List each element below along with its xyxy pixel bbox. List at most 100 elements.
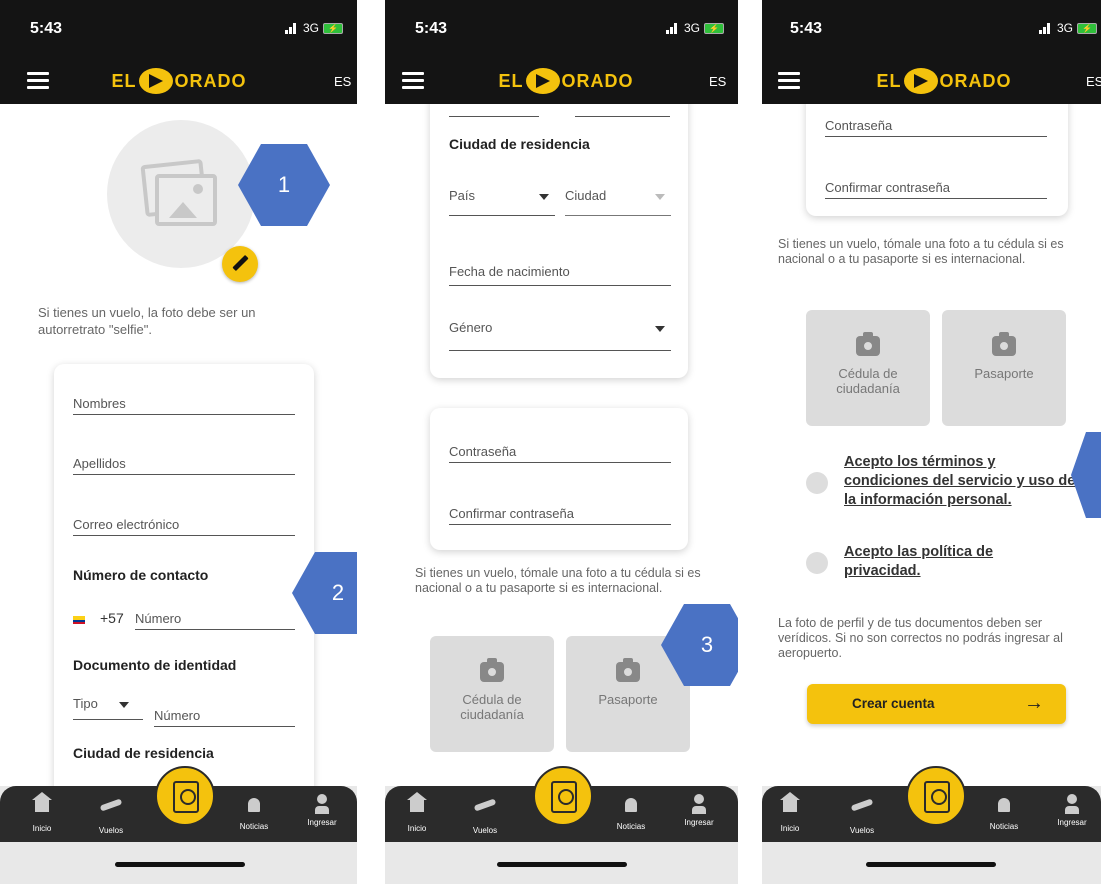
- user-icon: [317, 794, 327, 804]
- chevron-down-icon: [119, 701, 130, 708]
- tab-inicio[interactable]: Inicio: [389, 792, 445, 833]
- boarding-pass-button[interactable]: [906, 766, 966, 826]
- home-icon: [407, 792, 427, 812]
- home-indicator[interactable]: [497, 862, 627, 867]
- app-bar: EL ORADO ES: [0, 58, 357, 104]
- home-indicator[interactable]: [866, 862, 996, 867]
- colombia-flag-icon[interactable]: [73, 616, 85, 624]
- bottom-area: Inicio Vuelos Noticias Ingresar: [0, 766, 357, 884]
- tab-vuelos[interactable]: Vuelos: [834, 794, 890, 835]
- camera-icon: [992, 332, 1016, 356]
- language-selector[interactable]: ES: [709, 74, 726, 89]
- bell-icon: [998, 798, 1010, 812]
- scroll-content: Contraseña Confirmar contraseña Si tiene…: [762, 104, 1101, 786]
- personal-data-card: Nombres Apellidos Correo electrónico Núm…: [54, 364, 314, 786]
- language-selector[interactable]: ES: [334, 74, 351, 89]
- signal-icon: [665, 22, 680, 34]
- home-icon: [780, 792, 800, 812]
- profile-photo-placeholder[interactable]: [107, 120, 255, 268]
- language-selector[interactable]: ES: [1086, 74, 1101, 89]
- eldorado-logo: EL ORADO: [490, 67, 642, 95]
- battery-icon: ⚡: [704, 22, 724, 34]
- bell-icon: [248, 798, 260, 812]
- chevron-down-icon: [655, 326, 665, 332]
- battery-icon: ⚡: [1077, 22, 1097, 34]
- camera-icon: [480, 658, 504, 682]
- tab-ingresar[interactable]: Ingresar: [1044, 794, 1100, 827]
- menu-icon[interactable]: [27, 72, 49, 90]
- status-bar: 5:43 3G ⚡: [0, 0, 357, 58]
- verification-warning: La foto de perfil y de tus documentos de…: [778, 616, 1063, 660]
- residence-card: Ciudad de residencia País Ciudad Fecha d…: [430, 104, 688, 378]
- signal-indicator: 3G ⚡: [284, 21, 343, 35]
- screen-terms-submit: 5:43 3G ⚡ EL ORADO ES Contraseña Confirma…: [762, 0, 1101, 884]
- country-select[interactable]: País: [449, 188, 555, 216]
- tab-noticias[interactable]: Noticias: [603, 794, 659, 831]
- tab-vuelos[interactable]: Vuelos: [457, 794, 513, 835]
- passport-button[interactable]: Pasaporte: [942, 310, 1066, 426]
- arrow-right-icon: →: [1024, 692, 1044, 714]
- signal-indicator: 3G ⚡: [665, 21, 724, 35]
- password-card: Contraseña Confirmar contraseña: [430, 408, 688, 550]
- id-type-select[interactable]: Tipo: [73, 696, 143, 720]
- residence-title: Ciudad de residencia: [73, 745, 214, 761]
- bell-icon: [625, 798, 637, 812]
- logo-plane-icon: [903, 68, 938, 94]
- network-type: 3G: [1056, 21, 1073, 35]
- tab-noticias[interactable]: Noticias: [976, 794, 1032, 831]
- boarding-pass-button[interactable]: [533, 766, 593, 826]
- cedula-button[interactable]: Cédula de ciudadanía: [430, 636, 554, 752]
- battery-icon: ⚡: [323, 22, 343, 34]
- id-number-input[interactable]: Número: [154, 708, 295, 727]
- phone-prefix[interactable]: +57: [100, 610, 124, 626]
- confirm-password-field[interactable]: Confirmar contraseña: [825, 180, 1047, 199]
- city-select[interactable]: Ciudad: [565, 188, 671, 216]
- screen-profile-form: 5:43 3G ⚡ EL ORADO ES Si tienes un vuelo,…: [0, 0, 357, 884]
- signal-icon: [1038, 22, 1053, 34]
- surnames-field[interactable]: Apellidos: [73, 456, 295, 475]
- home-indicator[interactable]: [115, 862, 245, 867]
- selfie-note: Si tienes un vuelo, la foto debe ser un …: [38, 305, 256, 337]
- terms-link[interactable]: Acepto los términos y condiciones del se…: [844, 453, 1076, 510]
- chevron-down-icon: [539, 194, 549, 200]
- terms-radio[interactable]: [806, 472, 828, 494]
- status-bar: 5:43 3G ⚡: [385, 0, 738, 58]
- tab-bar: Inicio Vuelos Noticias Ingresar: [385, 766, 738, 842]
- pencil-icon: [232, 254, 249, 272]
- gender-select[interactable]: Género: [449, 320, 671, 351]
- tab-inicio[interactable]: Inicio: [14, 792, 70, 833]
- tab-inicio[interactable]: Inicio: [762, 792, 818, 833]
- create-account-button[interactable]: Crear cuenta →: [807, 684, 1066, 724]
- names-field[interactable]: Nombres: [73, 396, 295, 415]
- tab-ingresar[interactable]: Ingresar: [294, 794, 350, 827]
- screen-residence-form: 5:43 3G ⚡ EL ORADO ES Ciudad de residenci…: [385, 0, 738, 884]
- tab-ingresar[interactable]: Ingresar: [671, 794, 727, 827]
- birthdate-field[interactable]: Fecha de nacimiento: [449, 264, 671, 286]
- plane-icon: [473, 798, 497, 812]
- home-icon: [32, 792, 52, 812]
- tab-noticias[interactable]: Noticias: [226, 794, 282, 831]
- logo-plane-icon: [138, 68, 173, 94]
- password-card: Contraseña Confirmar contraseña: [806, 104, 1068, 216]
- boarding-pass-button[interactable]: [155, 766, 215, 826]
- email-field[interactable]: Correo electrónico: [73, 517, 295, 536]
- tab-bar: Inicio Vuelos Noticias Ingresar: [762, 766, 1101, 842]
- phone-input[interactable]: Número: [135, 611, 295, 630]
- edit-photo-button[interactable]: [222, 246, 258, 282]
- password-field[interactable]: Contraseña: [825, 118, 1047, 137]
- privacy-link[interactable]: Acepto las política de privacidad.: [844, 543, 1024, 581]
- privacy-radio[interactable]: [806, 552, 828, 574]
- password-field[interactable]: Contraseña: [449, 444, 671, 463]
- plane-icon: [850, 798, 874, 812]
- cedula-button[interactable]: Cédula de ciudadanía: [806, 310, 930, 426]
- logo-plane-icon: [525, 68, 560, 94]
- menu-icon[interactable]: [778, 72, 800, 90]
- app-bar: EL ORADO ES: [385, 58, 738, 104]
- bottom-area: Inicio Vuelos Noticias Ingresar: [385, 766, 738, 884]
- confirm-password-field[interactable]: Confirmar contraseña: [449, 506, 671, 525]
- menu-icon[interactable]: [402, 72, 424, 90]
- network-type: 3G: [683, 21, 700, 35]
- passport-icon: [551, 781, 577, 813]
- tab-vuelos[interactable]: Vuelos: [83, 794, 139, 835]
- id-document-title: Documento de identidad: [73, 657, 237, 673]
